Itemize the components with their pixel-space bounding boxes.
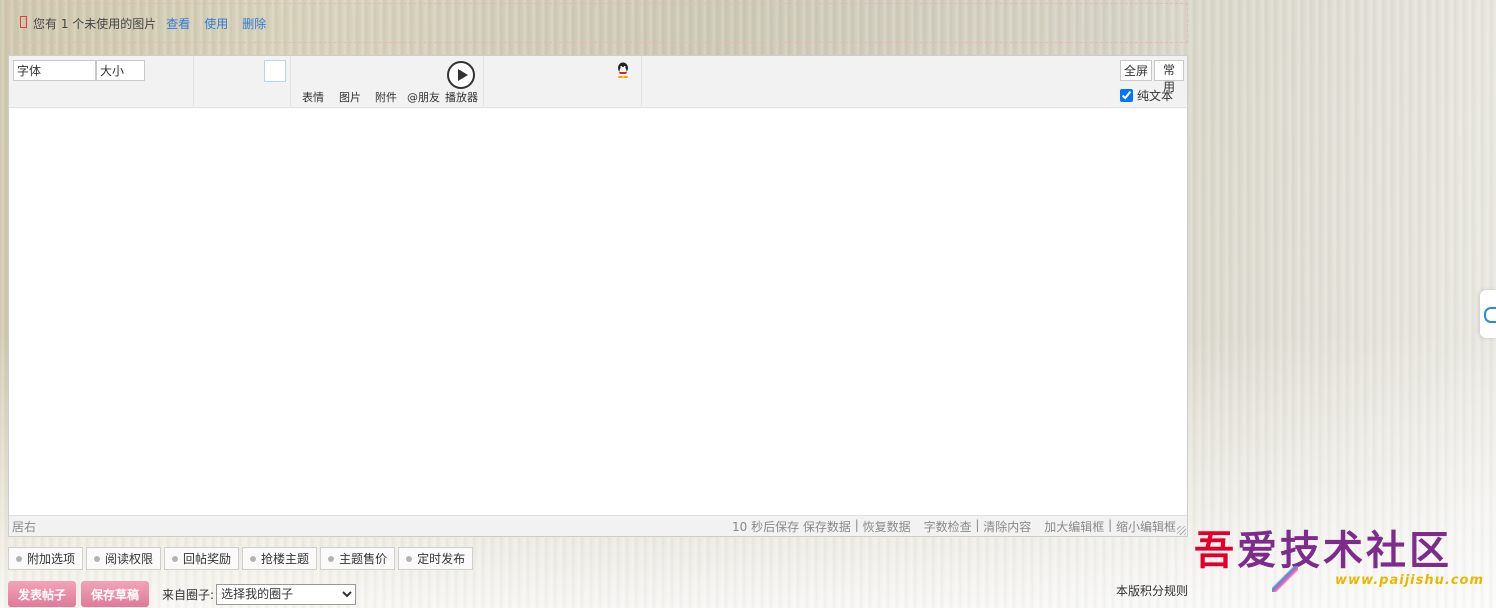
plain-text-checkbox[interactable] bbox=[1120, 89, 1133, 102]
shrink-editor-link[interactable]: 缩小编辑框 bbox=[1116, 518, 1176, 535]
toolbar-divider bbox=[290, 56, 291, 106]
bullet-icon bbox=[16, 555, 22, 562]
font-size-select[interactable]: 大小 bbox=[96, 60, 145, 81]
use-link[interactable]: 使用 bbox=[204, 15, 228, 32]
logo-url: www.paijishu.com bbox=[1335, 573, 1484, 588]
player-button[interactable]: 播放器 bbox=[445, 89, 478, 105]
editor-statusbar: 居右 10 秒后保存 保存数据 | 恢复数据 字数检查 | 清除内容 加大编辑框… bbox=[9, 515, 1187, 536]
enlarge-editor-link[interactable]: 加大编辑框 bbox=[1044, 518, 1104, 535]
image-button[interactable]: 图片 bbox=[339, 89, 361, 105]
clear-content-link[interactable]: 清除内容 bbox=[983, 518, 1031, 535]
bullet-icon bbox=[250, 555, 257, 562]
logo-swoosh-icon bbox=[1272, 566, 1298, 592]
toolbar-divider bbox=[483, 56, 484, 106]
option-floor-race[interactable]: 抢楼主题 bbox=[242, 547, 318, 570]
autosave-countdown: 10 秒后保存 bbox=[731, 520, 803, 534]
post-editor: 字体 大小 表情 图片 附件 @朋友 播放器 全屏 常用 纯文本 居右 10 秒… bbox=[8, 55, 1188, 537]
from-circle-label: 来自圈子: bbox=[162, 587, 215, 602]
option-read-permission[interactable]: 阅读权限 bbox=[86, 547, 162, 570]
option-reply-reward[interactable]: 回帖奖励 bbox=[164, 547, 240, 570]
alignment-status: 居右 bbox=[12, 520, 37, 534]
credit-rules-link[interactable]: 本版积分规则 bbox=[1116, 582, 1188, 599]
toolbar-divider bbox=[641, 56, 642, 106]
circle-select[interactable]: 选择我的圈子 bbox=[216, 583, 357, 605]
submit-row: 发表帖子 保存草稿 来自圈子: 选择我的圈子 bbox=[8, 581, 357, 607]
side-float-tab[interactable] bbox=[1480, 290, 1496, 338]
save-draft-button[interactable]: 保存草稿 bbox=[81, 581, 150, 607]
common-tools-button[interactable]: 常用 bbox=[1154, 60, 1184, 94]
save-data-link[interactable]: 保存数据 bbox=[803, 518, 851, 535]
unused-image-notice: 您有 1 个未使用的图片 查看 使用 删除 bbox=[8, 3, 1188, 43]
attachment-button[interactable]: 附件 bbox=[375, 89, 397, 105]
mention-friend-button[interactable]: @朋友 bbox=[407, 89, 440, 105]
emoji-button[interactable]: 表情 bbox=[302, 89, 324, 105]
option-scheduled-publish[interactable]: 定时发布 bbox=[398, 547, 474, 570]
plain-text-label: 纯文本 bbox=[1137, 89, 1174, 103]
bullet-icon bbox=[94, 555, 101, 562]
notice-message: 您有 1 个未使用的图片 bbox=[33, 16, 157, 31]
delete-link[interactable]: 删除 bbox=[242, 15, 266, 32]
plain-text-toggle[interactable]: 纯文本 bbox=[1120, 87, 1173, 104]
post-options: 附加选项 阅读权限 回帖奖励 抢楼主题 主题售价 定时发布 bbox=[8, 547, 474, 570]
toolbar-divider bbox=[193, 56, 194, 106]
qq-penguin-icon[interactable] bbox=[616, 62, 630, 78]
editor-toolbar: 字体 大小 表情 图片 附件 @朋友 播放器 全屏 常用 纯文本 bbox=[9, 56, 1187, 108]
restore-data-link[interactable]: 恢复数据 bbox=[863, 518, 911, 535]
statusbar-separator: | bbox=[850, 518, 863, 532]
player-icon[interactable] bbox=[447, 61, 475, 89]
font-family-select[interactable]: 字体 bbox=[13, 60, 96, 81]
word-count-link[interactable]: 字数检查 bbox=[924, 518, 972, 535]
bullet-icon bbox=[172, 555, 179, 562]
fullscreen-button[interactable]: 全屏 bbox=[1120, 60, 1152, 81]
option-thread-price[interactable]: 主题售价 bbox=[320, 547, 396, 570]
statusbar-separator: | bbox=[971, 518, 984, 532]
statusbar-separator: | bbox=[1104, 518, 1116, 532]
resize-handle-icon[interactable] bbox=[1177, 526, 1186, 535]
view-link[interactable]: 查看 bbox=[166, 15, 190, 32]
message-textarea[interactable] bbox=[9, 108, 1187, 516]
warning-icon bbox=[20, 15, 27, 28]
post-thread-button[interactable]: 发表帖子 bbox=[8, 581, 77, 607]
font-color-picker[interactable] bbox=[264, 60, 286, 82]
option-extra[interactable]: 附加选项 bbox=[8, 547, 84, 570]
bullet-icon bbox=[328, 555, 335, 562]
bullet-icon bbox=[406, 555, 413, 562]
site-logo: 吾爱技术社区 www.paijishu.com bbox=[1194, 527, 1490, 602]
logo-text: 吾爱技术社区 bbox=[1194, 527, 1452, 574]
